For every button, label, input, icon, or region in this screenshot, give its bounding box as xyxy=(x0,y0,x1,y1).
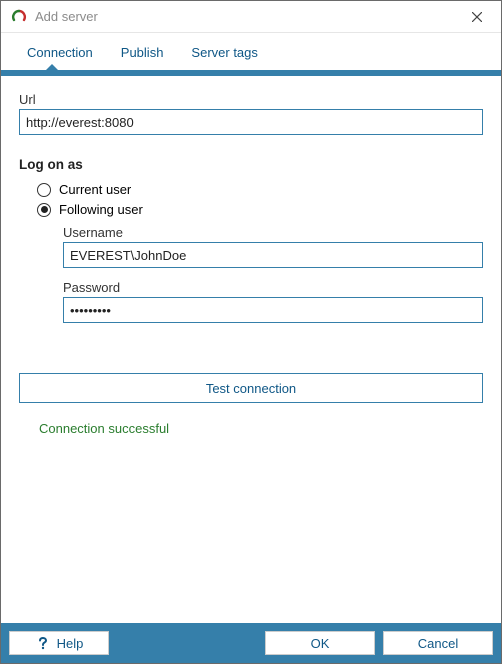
tab-connection[interactable]: Connection xyxy=(13,39,107,70)
url-label: Url xyxy=(19,92,483,107)
tab-bar: Connection Publish Server tags xyxy=(1,33,501,70)
radio-following-user-label: Following user xyxy=(59,202,143,217)
cancel-button[interactable]: Cancel xyxy=(383,631,493,655)
close-icon xyxy=(472,12,482,22)
ok-button[interactable]: OK xyxy=(265,631,375,655)
content-area: Url Log on as Current user Following use… xyxy=(1,76,501,623)
radio-current-user[interactable]: Current user xyxy=(37,182,483,197)
tab-underline xyxy=(1,70,501,76)
radio-following-user[interactable]: Following user xyxy=(37,202,483,217)
radio-selected-dot xyxy=(41,206,48,213)
log-on-as-label: Log on as xyxy=(19,157,483,172)
radio-current-user-label: Current user xyxy=(59,182,131,197)
password-label: Password xyxy=(63,280,483,295)
footer-bar: Help OK Cancel xyxy=(1,623,501,663)
titlebar: Add server xyxy=(1,1,501,33)
status-message: Connection successful xyxy=(39,421,483,436)
app-icon xyxy=(11,9,27,25)
test-connection-button[interactable]: Test connection xyxy=(19,373,483,403)
radio-icon xyxy=(37,203,51,217)
close-button[interactable] xyxy=(457,3,497,31)
username-input[interactable] xyxy=(63,242,483,268)
active-tab-marker xyxy=(45,64,59,71)
tab-publish[interactable]: Publish xyxy=(107,39,178,70)
radio-icon xyxy=(37,183,51,197)
help-button-label: Help xyxy=(57,636,84,651)
credentials-group: Username Password xyxy=(63,225,483,323)
url-input[interactable] xyxy=(19,109,483,135)
help-icon xyxy=(35,635,51,651)
tab-server-tags[interactable]: Server tags xyxy=(177,39,271,70)
username-label: Username xyxy=(63,225,483,240)
help-button[interactable]: Help xyxy=(9,631,109,655)
password-input[interactable] xyxy=(63,297,483,323)
window-title: Add server xyxy=(35,9,457,24)
